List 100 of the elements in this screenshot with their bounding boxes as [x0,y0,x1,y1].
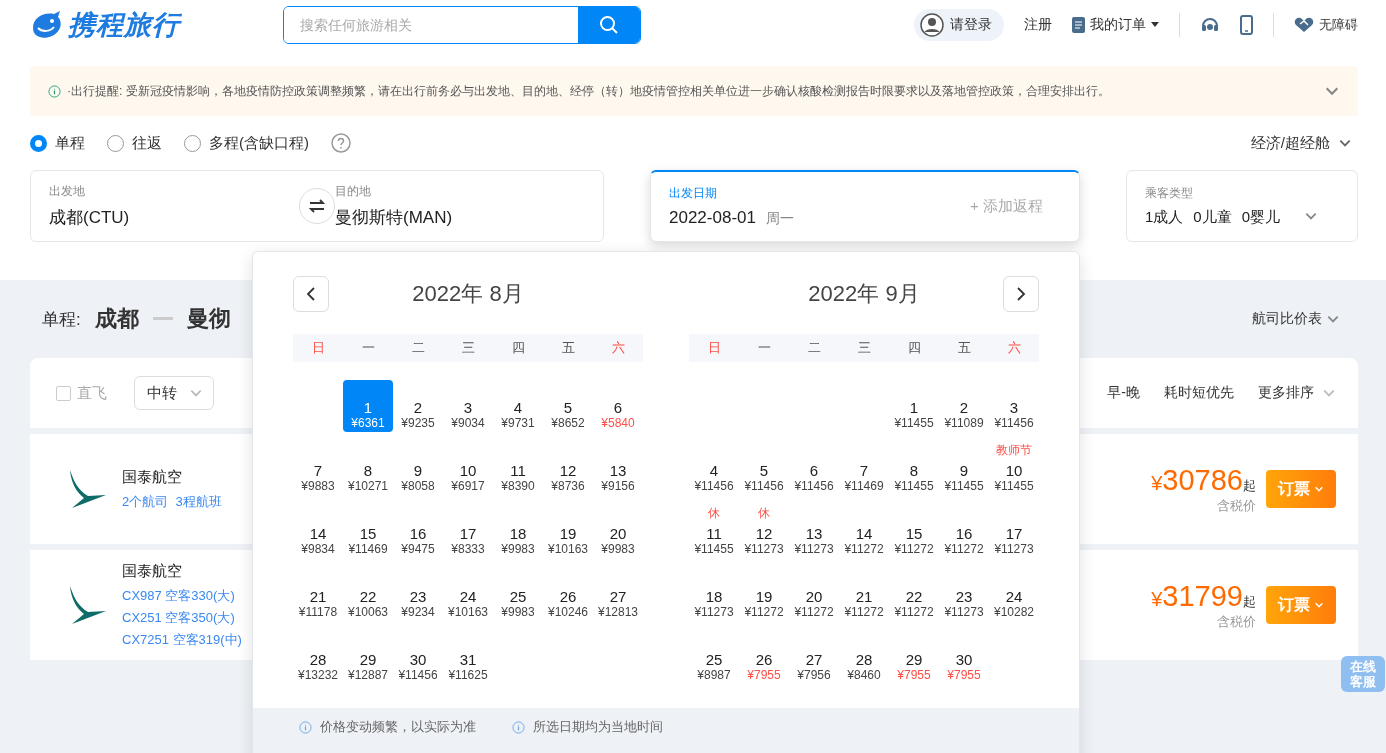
flight-detail-link[interactable]: 2个航司 3程航班 [122,492,222,511]
calendar-day[interactable]: 30 ¥11456 [393,632,443,684]
calendar-day[interactable]: 6 ¥11456 [789,443,839,495]
calendar-day[interactable]: 26 ¥7955 [739,632,789,684]
day-number: 27 [805,651,823,668]
orders-menu[interactable]: 我的订单 [1072,16,1159,34]
trip-type-radio[interactable]: 单程 [30,133,85,153]
calendar-day[interactable]: 13 ¥9156 [593,443,643,495]
calendar-day[interactable]: 16 ¥11272 [939,506,989,558]
logo-text[interactable]: 携程旅行 [68,7,180,43]
calendar-day[interactable]: 13 ¥11273 [789,506,839,558]
sort-option[interactable]: 早-晚 [1107,384,1140,402]
search-field[interactable]: 搜索任何旅游相关 [283,6,641,44]
calendar-day[interactable]: 22 ¥11272 [889,569,939,621]
day-price: ¥11455 [944,479,984,493]
calendar-day[interactable]: 29 ¥12887 [343,632,393,684]
calendar-day[interactable]: 25 ¥9983 [493,569,543,621]
holiday-tag: 休 [758,505,770,522]
calendar-day[interactable]: 10 ¥6917 [443,443,493,495]
calendar-day[interactable]: 28 ¥8460 [839,632,889,684]
calendar-day[interactable]: 15 ¥11272 [889,506,939,558]
calendar-day[interactable]: 6 ¥5840 [593,380,643,432]
calendar-day[interactable]: 5 ¥8652 [543,380,593,432]
calendar-day[interactable]: 14 ¥11272 [839,506,889,558]
calendar-day[interactable]: 28 ¥13232 [293,632,343,684]
calendar-day[interactable]: 9 ¥8058 [393,443,443,495]
calendar-day[interactable]: 18 ¥9983 [493,506,543,558]
sort-option[interactable]: 更多排序 [1258,384,1336,402]
calendar-day[interactable]: 4 ¥9731 [493,380,543,432]
login-button[interactable]: 请登录 [914,9,1004,41]
passenger-field[interactable]: 乘客类型 1成人 0儿童 0婴儿 [1126,170,1358,242]
calendar-day[interactable]: 23 ¥9234 [393,569,443,621]
calendar-day[interactable]: 20 ¥9983 [593,506,643,558]
calendar-day[interactable]: 2 ¥11089 [939,380,989,432]
cabin-select[interactable]: 经济/超经舱 [1244,132,1358,154]
compare-dropdown[interactable]: 航司比价表 [1246,309,1346,329]
trip-type-radio[interactable]: 往返 [107,133,162,153]
calendar-day[interactable]: 18 ¥11273 [689,569,739,621]
calendar-day[interactable]: 8 ¥10271 [343,443,393,495]
day-price: ¥11089 [944,416,984,430]
day-number: 23 [409,588,427,605]
weekday-text: 周一 [765,210,794,228]
calendar-day[interactable]: 7 ¥11469 [839,443,889,495]
date-field[interactable]: 出发日期 2022-08-01 周一 + 添加返程 [650,170,1080,242]
calendar-day[interactable]: 4 ¥11456 [689,443,739,495]
day-price: ¥10246 [547,605,588,619]
calendar-day[interactable]: 休 12 ¥11273 [739,506,789,558]
calendar-day[interactable]: 5 ¥11456 [739,443,789,495]
calendar-day[interactable]: 21 ¥11272 [839,569,889,621]
calendar-day[interactable]: 14 ¥9834 [293,506,343,558]
calendar-day[interactable]: 17 ¥11273 [989,506,1039,558]
calendar-day[interactable]: 27 ¥12813 [593,569,643,621]
calendar-day[interactable]: 24 ¥10163 [443,569,493,621]
calendar-day[interactable]: 8 ¥11455 [889,443,939,495]
calendar-day[interactable]: 22 ¥10063 [343,569,393,621]
calendar-note: 价格变动频繁，以实际为准 [320,718,476,736]
sort-option[interactable]: 耗时短优先 [1164,384,1234,402]
route-field[interactable]: 出发地 成都(CTU) 目的地 曼彻斯特(MAN) [30,170,604,242]
holiday-tag: 教师节 [996,442,1032,459]
calendar-day[interactable]: 16 ¥9475 [393,506,443,558]
calendar-day[interactable]: 23 ¥11273 [939,569,989,621]
day-price: ¥7956 [797,668,831,682]
day-price: ¥9156 [601,479,635,493]
calendar-day[interactable]: 19 ¥10163 [543,506,593,558]
flight-detail-link[interactable]: CX7251 空客319(中) [122,630,242,649]
calendar-day[interactable]: 21 ¥11178 [293,569,343,621]
calendar-day[interactable]: 休 11 ¥11455 [689,506,739,558]
calendar-day[interactable]: 教师节 10 ¥11455 [989,443,1039,495]
calendar-day[interactable]: 24 ¥10282 [989,569,1039,621]
accessibility-label: 无障碍 [1319,16,1358,34]
calendar-day[interactable]: 29 ¥7955 [889,632,939,684]
calendar-day[interactable]: 25 ¥8987 [689,632,739,684]
calendar-day[interactable]: 26 ¥10246 [543,569,593,621]
calendar-day[interactable]: 12 ¥8736 [543,443,593,495]
calendar-day[interactable]: 15 ¥11469 [343,506,393,558]
calendar-day[interactable]: 2 ¥9235 [393,380,443,432]
calendar-day[interactable]: 20 ¥11272 [789,569,839,621]
calendar-day[interactable]: 3 ¥11456 [989,380,1039,432]
register-link[interactable]: 注册 [1024,16,1052,34]
weekday-label: 三 [460,339,476,357]
calendar-day[interactable]: 19 ¥11272 [739,569,789,621]
flight-detail-link[interactable]: CX251 空客350(大) [122,608,242,627]
calendar-day[interactable]: 3 ¥9034 [443,380,493,432]
calendar-day[interactable]: 11 ¥8390 [493,443,543,495]
calendar-day[interactable]: 9 ¥11455 [939,443,989,495]
calendar-day[interactable]: 1 ¥11455 [889,380,939,432]
day-price: ¥9234 [401,605,435,619]
accessibility-link[interactable]: 无障碍 [1294,16,1358,34]
calendar-day[interactable]: 17 ¥8333 [443,506,493,558]
weekday-label: 四 [510,339,526,357]
flight-detail-link[interactable]: CX987 空客330(大) [122,586,242,605]
day-price: ¥5840 [601,416,635,430]
calendar-day[interactable]: 30 ¥7955 [939,632,989,684]
transfer-dropdown[interactable]: 中转 [134,376,214,410]
calendar-day[interactable]: 7 ¥9883 [293,443,343,495]
trip-type-radio[interactable]: 多程(含缺口程) [184,133,309,153]
day-price: ¥6917 [451,479,485,493]
calendar-day[interactable]: 27 ¥7956 [789,632,839,684]
calendar-day[interactable]: 31 ¥11625 [443,632,493,684]
calendar-day[interactable]: 1 ¥6361 [343,380,393,432]
